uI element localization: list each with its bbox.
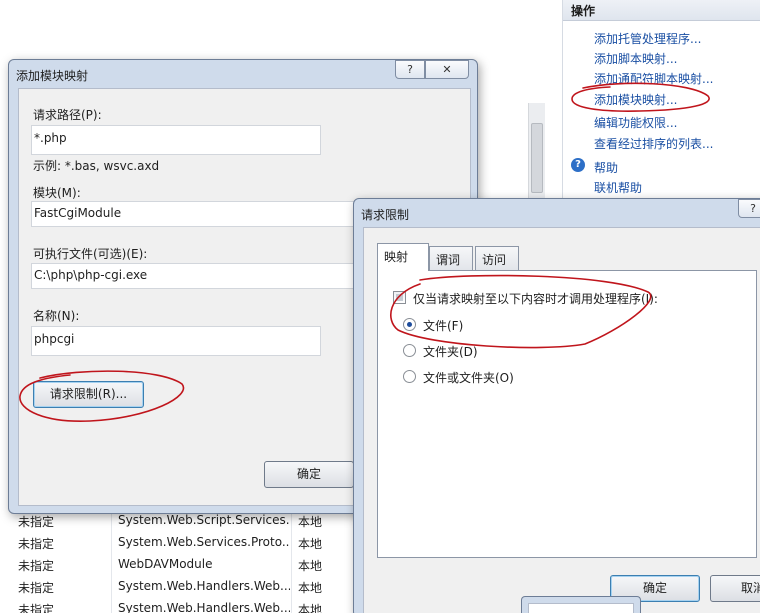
tab-mapping[interactable]: 映射	[377, 243, 429, 271]
view-ordered-list-link[interactable]: 查看经过排序的列表...	[594, 135, 713, 152]
table-cell-handler: System.Web.Script.Services...	[118, 513, 290, 527]
table-cell-entry-type: 本地	[298, 603, 323, 613]
add-managed-handler-link[interactable]: 添加托管处理程序...	[594, 30, 701, 47]
mapping-tab-panel: 仅当请求映射至以下内容时才调用处理程序(I): 文件(F) 文件夹(D) 文件或…	[377, 270, 757, 558]
table-row[interactable]: 未指定 System.Web.Handlers.Web... 本地	[12, 575, 352, 597]
table-cell-handler: System.Web.Handlers.Web...	[118, 601, 290, 613]
add-script-map-link[interactable]: 添加脚本映射...	[594, 50, 677, 67]
table-row[interactable]: 未指定 System.Web.Handlers.Web... 本地	[12, 597, 352, 613]
folder-radio[interactable]	[403, 344, 416, 357]
help-icon: ?	[571, 158, 585, 172]
request-restrictions-dialog: 请求限制 ? 映射 谓词 访问 仅当请求映射至以下内容时才调用处理程序(I): …	[353, 198, 760, 613]
table-row[interactable]: 未指定 WebDAVModule 本地	[12, 553, 352, 575]
invoke-only-when-mapped-label: 仅当请求映射至以下内容时才调用处理程序(I):	[413, 292, 658, 306]
column-divider	[111, 509, 112, 613]
name-label: 名称(N):	[33, 309, 80, 323]
table-cell-path: 未指定	[18, 515, 55, 529]
help-link[interactable]: 帮助	[594, 159, 618, 176]
table-cell-entry-type: 本地	[298, 581, 323, 595]
table-cell-handler: System.Web.Handlers.Web...	[118, 579, 290, 593]
table-cell-path: 未指定	[18, 537, 55, 551]
partial-window	[521, 596, 641, 613]
request-restrictions-button[interactable]: 请求限制(R)...	[33, 381, 144, 408]
dialog-title: 请求限制	[361, 208, 410, 222]
partial-window-body	[528, 603, 634, 613]
request-path-input[interactable]: *.php	[31, 125, 321, 155]
dialog-title: 添加模块映射	[16, 69, 89, 83]
module-label: 模块(M):	[33, 186, 81, 200]
list-pane	[478, 80, 562, 200]
executable-label: 可执行文件(可选)(E):	[33, 247, 148, 261]
table-cell-handler: System.Web.Services.Proto...	[118, 535, 290, 549]
folder-radio-label: 文件夹(D)	[423, 345, 478, 359]
table-cell-handler: WebDAVModule	[118, 557, 213, 571]
table-cell-entry-type: 本地	[298, 515, 323, 529]
help-button[interactable]: ?	[738, 199, 760, 218]
table-cell-path: 未指定	[18, 559, 55, 573]
table-row[interactable]: 未指定 System.Web.Services.Proto... 本地	[12, 531, 352, 553]
file-or-folder-radio[interactable]	[403, 370, 416, 383]
handler-mappings-table: 未指定 System.Web.Script.Services... 本地 未指定…	[12, 509, 352, 613]
request-path-example: 示例: *.bas, wsvc.axd	[33, 159, 160, 173]
invoke-only-when-mapped-checkbox[interactable]	[393, 291, 406, 304]
close-button[interactable]: ✕	[425, 60, 469, 79]
actions-pane: 操作 添加托管处理程序... 添加脚本映射... 添加通配符脚本映射... 添加…	[562, 0, 760, 200]
cancel-button[interactable]: 取消	[710, 575, 760, 602]
column-divider	[291, 509, 292, 613]
table-cell-entry-type: 本地	[298, 537, 323, 551]
list-scrollbar[interactable]	[528, 103, 545, 203]
file-or-folder-radio-label: 文件或文件夹(O)	[423, 371, 514, 385]
table-cell-path: 未指定	[18, 581, 55, 595]
close-icon: ✕	[442, 63, 452, 76]
online-help-link[interactable]: 联机帮助	[594, 179, 642, 196]
dialog-body: 映射 谓词 访问 仅当请求映射至以下内容时才调用处理程序(I): 文件(F) 文…	[363, 227, 760, 613]
tab-access[interactable]: 访问	[475, 246, 519, 270]
actions-header: 操作	[563, 0, 760, 21]
tab-verbs[interactable]: 谓词	[429, 246, 473, 270]
help-icon: ?	[750, 202, 756, 215]
file-radio[interactable]	[403, 318, 416, 331]
executable-input[interactable]: C:\php\php-cgi.exe	[31, 263, 371, 289]
help-button[interactable]: ?	[395, 60, 425, 79]
module-select[interactable]: FastCgiModule	[31, 201, 371, 227]
request-path-label: 请求路径(P):	[33, 108, 102, 122]
add-module-mapping-link[interactable]: 添加模块映射...	[594, 91, 677, 108]
table-cell-entry-type: 本地	[298, 559, 323, 573]
name-input[interactable]: phpcgi	[31, 326, 321, 356]
help-icon: ?	[407, 63, 413, 76]
add-wildcard-script-map-link[interactable]: 添加通配符脚本映射...	[594, 70, 713, 87]
scrollbar-thumb[interactable]	[531, 123, 543, 193]
edit-feature-permissions-link[interactable]: 编辑功能权限...	[594, 114, 677, 131]
ok-button[interactable]: 确定	[264, 461, 354, 488]
file-radio-label: 文件(F)	[423, 319, 464, 333]
table-cell-path: 未指定	[18, 603, 55, 613]
